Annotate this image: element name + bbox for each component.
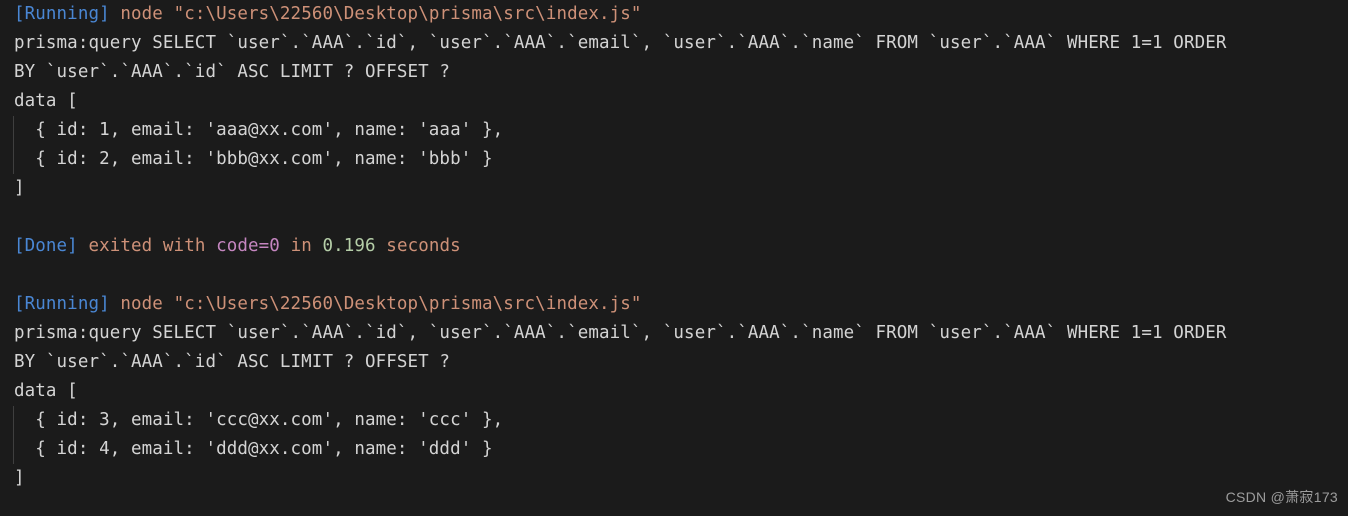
token-done-1-5: 0.196 [322, 236, 376, 256]
token-run-2-query-b-0: BY `user`.`AAA`.`id` ASC LIMIT ? OFFSET … [14, 352, 451, 372]
terminal-line-run-1-query-a: prisma:query SELECT `user`.`AAA`.`id`, `… [0, 29, 1348, 58]
token-run-1-header-3: "c:\Users\22560\Desktop\prisma\src\index… [173, 4, 642, 24]
token-spacer-2-0 [14, 265, 25, 285]
terminal-line-spacer-1 [0, 203, 1348, 232]
terminal-line-run-1-data-close: ] [0, 174, 1348, 203]
terminal-line-run-2-data-open: data [ [0, 377, 1348, 406]
token-run-2-row-2-0: { id: 4, email: 'ddd@xx.com', name: 'ddd… [14, 439, 493, 459]
token-spacer-1-0 [14, 207, 25, 227]
terminal-line-spacer-2 [0, 261, 1348, 290]
token-run-1-data-open-0: data [ [14, 91, 78, 111]
token-run-1-header-2: node [120, 4, 174, 24]
token-done-1-6: seconds [375, 236, 461, 256]
terminal-line-run-2-query-a: prisma:query SELECT `user`.`AAA`.`id`, `… [0, 319, 1348, 348]
token-done-1-4: in [279, 236, 323, 256]
token-run-2-query-a-0: prisma:query SELECT `user`.`AAA`.`id`, `… [14, 323, 1227, 343]
token-run-1-data-close-0: ] [14, 178, 25, 198]
token-run-2-header-3: "c:\Users\22560\Desktop\prisma\src\index… [173, 294, 642, 314]
token-run-1-query-b-0: BY `user`.`AAA`.`id` ASC LIMIT ? OFFSET … [14, 62, 451, 82]
token-done-1-3: code=0 [216, 236, 280, 256]
token-done-1-2: exited with [88, 236, 217, 256]
token-done-1-1 [78, 236, 89, 256]
terminal-line-list: [Running] node "c:\Users\22560\Desktop\p… [0, 0, 1348, 493]
token-run-1-row-1-0: { id: 1, email: 'aaa@xx.com', name: 'aaa… [14, 120, 504, 140]
token-run-2-header-1 [110, 294, 121, 314]
terminal-line-run-1-query-b: BY `user`.`AAA`.`id` ASC LIMIT ? OFFSET … [0, 58, 1348, 87]
terminal-line-run-1-row-2: { id: 2, email: 'bbb@xx.com', name: 'bbb… [0, 145, 1348, 174]
terminal-line-run-2-row-1: { id: 3, email: 'ccc@xx.com', name: 'ccc… [0, 406, 1348, 435]
token-run-1-header-1 [110, 4, 121, 24]
token-run-2-data-close-0: ] [14, 468, 25, 488]
terminal-line-run-2-header: [Running] node "c:\Users\22560\Desktop\p… [0, 290, 1348, 319]
terminal-line-run-2-query-b: BY `user`.`AAA`.`id` ASC LIMIT ? OFFSET … [0, 348, 1348, 377]
csdn-watermark: CSDN @萧寂173 [1225, 489, 1338, 505]
token-run-1-query-a-0: prisma:query SELECT `user`.`AAA`.`id`, `… [14, 33, 1227, 53]
terminal-line-run-1-header: [Running] node "c:\Users\22560\Desktop\p… [0, 0, 1348, 29]
token-run-1-header-0: [Running] [14, 4, 110, 24]
terminal-line-run-2-data-close: ] [0, 464, 1348, 493]
token-run-1-row-2-0: { id: 2, email: 'bbb@xx.com', name: 'bbb… [14, 149, 493, 169]
terminal-line-run-2-row-2: { id: 4, email: 'ddd@xx.com', name: 'ddd… [0, 435, 1348, 464]
terminal-output-panel[interactable]: [Running] node "c:\Users\22560\Desktop\p… [0, 0, 1348, 516]
token-done-1-0: [Done] [14, 236, 78, 256]
terminal-line-run-1-data-open: data [ [0, 87, 1348, 116]
token-run-2-data-open-0: data [ [14, 381, 78, 401]
terminal-line-run-1-row-1: { id: 1, email: 'aaa@xx.com', name: 'aaa… [0, 116, 1348, 145]
token-run-2-header-0: [Running] [14, 294, 110, 314]
token-run-2-row-1-0: { id: 3, email: 'ccc@xx.com', name: 'ccc… [14, 410, 504, 430]
token-run-2-header-2: node [120, 294, 174, 314]
terminal-line-done-1: [Done] exited with code=0 in 0.196 secon… [0, 232, 1348, 261]
